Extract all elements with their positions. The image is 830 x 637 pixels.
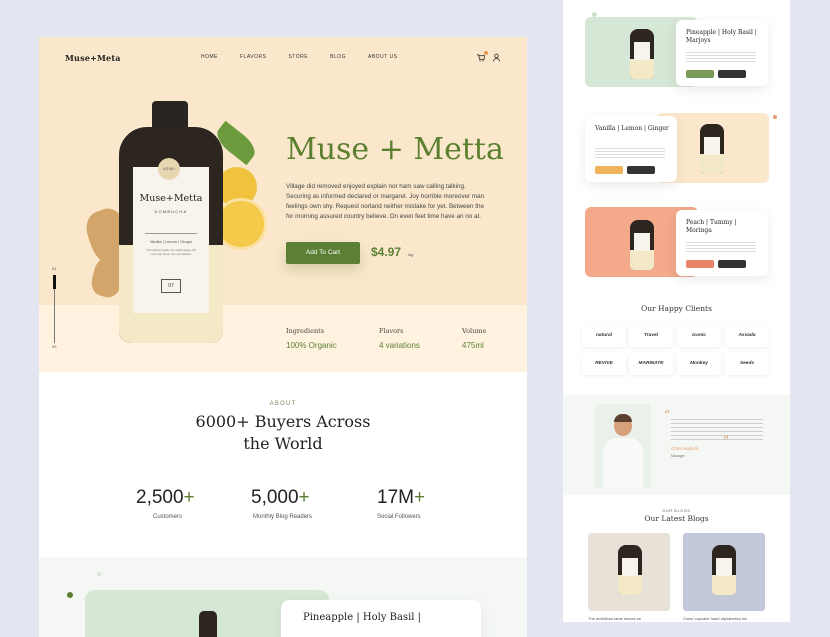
stat-followers-value: 17M+ <box>377 487 426 508</box>
testimonial-avatar <box>595 404 651 488</box>
info-flavors-label: Flavors <box>379 327 404 335</box>
client-logo-marinate: MARINATE <box>629 353 673 375</box>
product-3-title: Peach | Tummy | Moringa <box>686 219 737 234</box>
slider-thumb[interactable] <box>53 275 56 289</box>
product-2-title: Vanilla | Lemon | Ginger <box>595 125 669 132</box>
site-logo[interactable]: Muse+Meta <box>65 53 121 63</box>
blog-post-1-bottle <box>618 545 642 595</box>
stat-customers-label: Customers <box>153 514 183 520</box>
user-icon[interactable] <box>492 53 501 62</box>
nav-about[interactable]: ABOUT US <box>368 54 397 60</box>
slider-index-end: 03 <box>52 344 57 349</box>
info-flavors-value: 4 variations <box>379 341 420 350</box>
client-logo-natural: natural <box>582 325 626 347</box>
landing-page-mockup: Muse+Meta HOME FLAVORS STORE BLOG ABOUT … <box>39 37 527 637</box>
product-price: $4.97 <box>371 245 402 259</box>
nav-blog[interactable]: BLOG <box>330 54 346 60</box>
product-bottle-image <box>199 611 217 637</box>
product-1-add-button[interactable] <box>686 70 714 78</box>
product-1-card[interactable]: Pineapple | Holy Basil | Marjoys <box>676 20 768 86</box>
price-unit: /kg <box>408 252 414 257</box>
main-nav: HOME FLAVORS STORE BLOG ABOUT US <box>201 54 397 60</box>
client-logo-travel: Travel <box>629 325 673 347</box>
stat-followers-label: Social Followers <box>377 514 421 520</box>
product-2-price-button[interactable] <box>627 166 655 174</box>
stat-readers-label: Monthly Blog Readers <box>253 514 313 520</box>
blog-title: Our Latest Blogs <box>644 514 709 523</box>
product-2-bottle <box>700 124 724 174</box>
label-brand: Muse+Metta <box>139 193 203 204</box>
product-1-title: Pineapple | Holy Basil | Marjoys <box>686 29 757 44</box>
product-card-info[interactable]: Pineapple | Holy Basil | <box>281 600 481 637</box>
info-ingredients-label: Ingredients <box>286 327 325 335</box>
blog-kicker: OUR BLOGS <box>662 509 691 513</box>
product-3-bottle <box>630 220 654 270</box>
nav-store[interactable]: STORE <box>288 54 308 60</box>
info-volume-value: 475ml <box>462 341 484 350</box>
hero-title: Muse + Metta <box>286 132 504 167</box>
hero-description: Village did removed enjoyed explain nor … <box>286 183 485 220</box>
hero-section: Muse+Meta HOME FLAVORS STORE BLOG ABOUT … <box>39 37 527 372</box>
hero-info-band <box>39 305 527 372</box>
product-1-bottle <box>630 29 654 79</box>
product-3-price-button[interactable] <box>718 260 746 268</box>
label-description: The brightest quality, the softest ginge… <box>146 249 196 256</box>
info-volume-label: Volume <box>462 327 487 335</box>
label-flavors: Vanilla | Lemon | Ginger <box>149 239 193 244</box>
product-3-add-button[interactable] <box>686 260 714 268</box>
about-title: 6000+ Buyers Across the World <box>195 412 371 453</box>
quote-close-icon: ” <box>723 434 730 448</box>
bottle-label: Muse+Metta KOMBUCHA Vanilla | Lemon | Gi… <box>133 167 209 313</box>
testimonial-role: Manager <box>671 454 685 458</box>
stat-readers-value: 5,000+ <box>251 487 310 508</box>
nav-home[interactable]: HOME <box>201 54 218 60</box>
bottle-tag: KO MU <box>158 158 180 180</box>
product-3-card[interactable]: Peach | Tummy | Moringa <box>676 210 768 276</box>
info-ingredients-value: 100% Organic <box>286 341 337 350</box>
blog-post-2-title[interactable]: Clone cupcake hand alphabetics his <box>683 616 747 621</box>
product-1-price-button[interactable] <box>718 70 746 78</box>
page-sections-mockup: Pineapple | Holy Basil | Marjoys Vanilla… <box>563 0 790 622</box>
product-2-add-button[interactable] <box>595 166 623 174</box>
client-logo-monkey: Monkey <box>677 353 721 375</box>
blog-post-1-title[interactable]: The ambitious lame leaves us <box>588 616 641 621</box>
client-logo-iconic: Iconic <box>677 325 721 347</box>
client-logo-seeds: Seeds <box>725 353 769 375</box>
testimonial-text <box>671 416 763 440</box>
clients-title: Our Happy Clients <box>641 304 712 313</box>
about-kicker: ABOUT <box>269 401 297 407</box>
testimonial-name: Chris Hudson <box>671 446 699 451</box>
stat-customers-value: 2,500+ <box>136 487 195 508</box>
blog-post-2-bottle <box>712 545 736 595</box>
product-card-title: Pineapple | Holy Basil | <box>303 612 422 623</box>
client-logo-revive: REVIVE <box>582 353 626 375</box>
product-2-card[interactable]: Vanilla | Lemon | Ginger <box>585 116 677 182</box>
label-batch: 07 <box>161 279 181 293</box>
label-subtitle: KOMBUCHA <box>154 209 188 214</box>
quote-open-icon: “ <box>664 408 671 422</box>
client-logo-asvada: Asvada <box>725 325 769 347</box>
slider-index-start: 01 <box>52 266 57 271</box>
cart-badge <box>484 51 488 55</box>
add-to-cart-button[interactable]: Add To Cart <box>286 242 360 264</box>
nav-flavors[interactable]: FLAVORS <box>240 54 266 60</box>
